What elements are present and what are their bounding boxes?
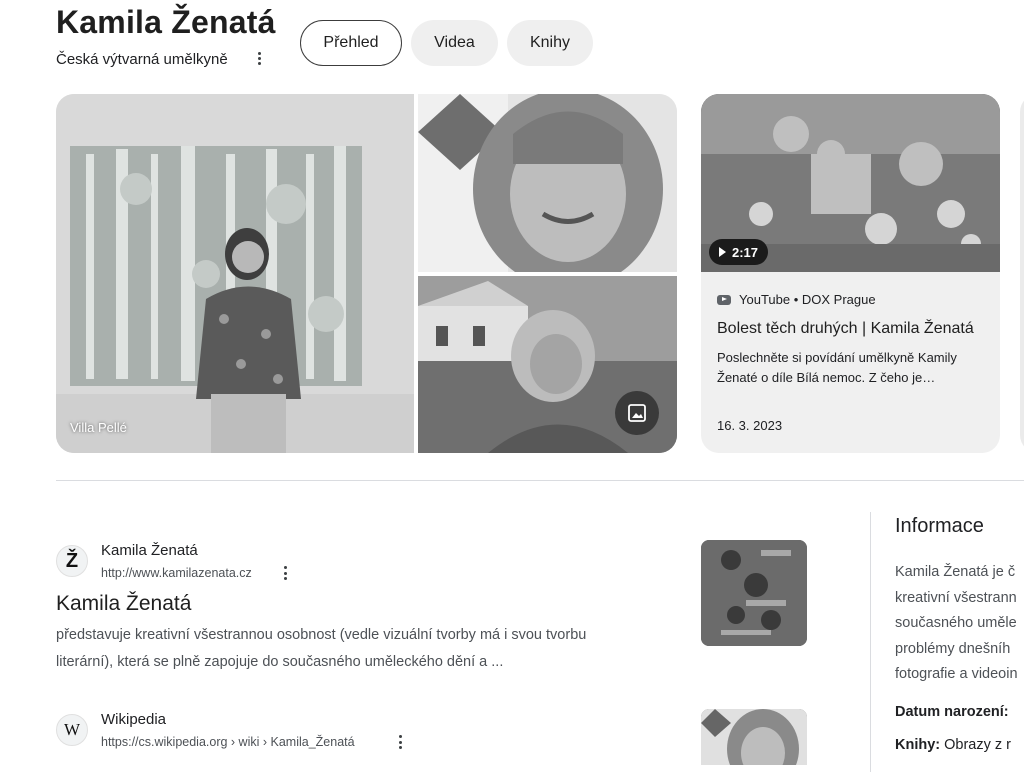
video-duration-badge: 2:17 <box>709 239 769 265</box>
snippet-line: představuje kreativní všestrannou osobno… <box>56 627 587 643</box>
info-books: Knihy: Obrazy z r <box>895 737 1024 753</box>
page-title: Kamila Ženatá <box>56 4 276 40</box>
video-thumbnail[interactable]: 2:17 <box>701 94 1000 272</box>
info-line: problémy dnešníh <box>895 640 1011 657</box>
artist-portrait-outdoor[interactable] <box>418 276 677 453</box>
result-url[interactable]: https://cs.wikipedia.org › wiki › Kamila… <box>101 735 355 749</box>
portrait-thumb-illustration <box>701 709 807 765</box>
result-title[interactable]: Kamila Ženatá <box>56 592 191 616</box>
gallery-photo-illustration <box>56 94 414 453</box>
result-site-name[interactable]: Kamila Ženatá <box>101 542 198 559</box>
youtube-icon <box>717 294 731 305</box>
panel-divider <box>870 512 871 772</box>
more-options-icon[interactable] <box>252 52 266 65</box>
info-line: Kamila Ženatá je č <box>895 564 1016 580</box>
photo-caption: Villa Pellé <box>70 420 127 435</box>
result-site-name[interactable]: Wikipedia <box>101 711 166 728</box>
info-line: kreativní všestrann <box>895 589 1017 606</box>
info-heading: Informace <box>895 515 984 537</box>
info-born: Datum narození: <box>895 704 1024 720</box>
site-favicon: Ž <box>56 545 88 577</box>
site-favicon: W <box>56 714 88 746</box>
result-snippet: představuje kreativní všestrannou osobno… <box>56 622 676 676</box>
next-card-peek[interactable] <box>1020 94 1024 453</box>
favicon-letter: Ž <box>65 549 79 572</box>
portrait-illustration <box>418 94 677 272</box>
image-search-icon[interactable] <box>615 391 659 435</box>
page-subtitle: Česká výtvarná umělkyně <box>56 51 228 68</box>
artist-portrait-closeup[interactable] <box>418 94 677 272</box>
favicon-letter: W <box>63 720 81 739</box>
result-thumbnail[interactable] <box>701 709 807 765</box>
play-icon <box>719 247 726 257</box>
video-duration: 2:17 <box>732 244 759 260</box>
info-line: současného uměle <box>895 615 1017 631</box>
video-date: 16. 3. 2023 <box>717 418 783 433</box>
info-line: fotografie a videoin <box>895 666 1018 682</box>
info-born-label: Datum narození: <box>895 704 1009 720</box>
tab-overview[interactable]: Přehled <box>300 20 402 66</box>
snippet-line: literární), která se plně zapojuje do so… <box>56 654 504 670</box>
result-menu-icon[interactable] <box>278 566 292 580</box>
video-description: Poslechněte si povídání umělkyně Kamily … <box>717 350 957 385</box>
result-menu-icon[interactable] <box>393 735 407 749</box>
result-url[interactable]: http://www.kamilazenata.cz <box>101 566 252 580</box>
video-card[interactable]: 2:17 YouTube • DOX Prague Bolest těch dr… <box>701 94 1000 453</box>
video-title[interactable]: Bolest těch druhých | Kamila Ženatá <box>717 320 987 338</box>
result-thumbnail[interactable] <box>701 540 807 646</box>
info-description: Kamila Ženatá je č kreativní všestrann s… <box>895 560 1024 688</box>
video-source: YouTube • DOX Prague <box>717 292 876 307</box>
artist-gallery-photo[interactable]: Villa Pellé <box>56 94 414 453</box>
section-divider <box>56 480 1024 481</box>
info-books-label: Knihy: <box>895 737 941 753</box>
tab-videos[interactable]: Videa <box>411 20 498 66</box>
video-source-label: YouTube • DOX Prague <box>739 292 876 307</box>
book-cover-illustration <box>701 540 807 646</box>
info-books-value[interactable]: Obrazy z r <box>944 737 1011 753</box>
tab-books[interactable]: Knihy <box>507 20 593 66</box>
image-icon <box>628 404 646 422</box>
